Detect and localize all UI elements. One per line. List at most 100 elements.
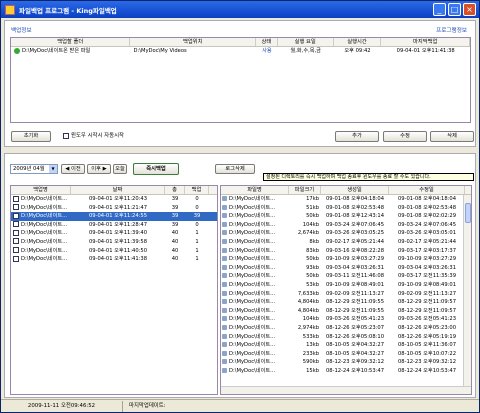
col-created[interactable]: 생성일 xyxy=(321,186,389,194)
chevron-down-icon[interactable]: ▼ xyxy=(49,165,57,173)
file-row[interactable]: D:\MyDoc\네이트... 53kb 09-10-09 오후08:49:01 09… xyxy=(221,281,471,290)
add-button[interactable]: 추가 xyxy=(335,131,379,142)
file-name-cell: D:\MyDoc\네이트... xyxy=(221,221,289,230)
col-backup-name[interactable]: 백업명 xyxy=(11,186,71,194)
backup-row[interactable]: D:\MyDoc\네이트온 받은 파일 D:\MyDoc\My Videos 사… xyxy=(11,47,470,56)
col-run-time[interactable]: 실행시간 xyxy=(334,38,382,46)
file-row[interactable]: D:\MyDoc\네이트... 104kb 09-03-24 오후07:06:45 0… xyxy=(221,221,471,230)
file-created-cell: 08-12-23 오후09:32:12 xyxy=(325,359,385,366)
edit-button[interactable]: 수정 xyxy=(383,131,427,142)
log-row[interactable]: D:\MyDoc\네이트... 09-04-01 오후11:39:58 40 1 xyxy=(11,238,217,247)
col-modified[interactable]: 수정일 xyxy=(389,186,465,194)
log-row[interactable]: D:\MyDoc\네이트... 09-04-01 오후11:24:55 39 39 xyxy=(11,212,217,221)
next-month-button[interactable]: 이후 ▶ xyxy=(87,164,111,174)
file-name-cell: D:\MyDoc\네이트... xyxy=(221,298,289,307)
col-file-size[interactable]: 파일크기 xyxy=(289,186,321,194)
file-name-text: D:\MyDoc\네이트... xyxy=(229,342,276,349)
file-icon xyxy=(222,342,227,348)
col-date[interactable]: 날짜 xyxy=(71,186,165,194)
file-modified-cell: 08-10-05 오후10:07:22 xyxy=(397,350,457,357)
program-info-link[interactable]: 프로그램정보 xyxy=(436,26,467,34)
log-row-checkbox[interactable] xyxy=(13,247,19,254)
log-row-checkbox[interactable] xyxy=(13,255,19,262)
today-button[interactable]: 오늘 xyxy=(113,164,127,174)
autostart-checkbox[interactable] xyxy=(63,132,69,139)
file-row[interactable]: D:\MyDoc\네이트... 2,674kb 09-03-26 오후03:05:2… xyxy=(221,229,471,238)
file-row[interactable]: D:\MyDoc\네이트... 533kb 08-12-26 오후05:08:10 0… xyxy=(221,333,471,342)
scroll-thumb[interactable] xyxy=(465,203,471,223)
file-list-hscrollbar[interactable] xyxy=(221,386,471,394)
file-row[interactable]: D:\MyDoc\네이트... 2,974kb 08-12-26 오후05:23:0… xyxy=(221,324,471,333)
col-backup-location[interactable]: 백업위치 xyxy=(130,38,256,46)
status-bar: 2009-11-11 오전09:46:52 마지막업데이트: xyxy=(1,399,479,412)
col-run-days[interactable]: 실행 요일 xyxy=(278,38,334,46)
col-file-name[interactable]: 파일명 xyxy=(221,186,289,194)
backup-log-table[interactable]: 백업명 날짜 총 백업 D:\MyDoc\네이트... 09-04-01 오후11… xyxy=(10,185,218,395)
file-list-table[interactable]: 파일명 파일크기 생성일 수정일 D:\MyDoc\네이트... 17kb 09-0… xyxy=(220,185,472,395)
log-row-checkbox[interactable] xyxy=(13,221,19,228)
file-row[interactable]: D:\MyDoc\네이트... 590kb 08-12-23 오후09:32:12 0… xyxy=(221,358,471,367)
file-icon xyxy=(222,256,227,262)
maximize-button[interactable]: □ xyxy=(448,3,461,16)
delete-button[interactable]: 삭제 xyxy=(430,131,474,142)
file-row[interactable]: D:\MyDoc\네이트... 50kb 09-10-09 오후03:27:29 09… xyxy=(221,255,471,264)
file-row[interactable]: D:\MyDoc\네이트... 50kb 09-03-11 오전11:46:08 09… xyxy=(221,272,471,281)
autostart-option[interactable]: 윈도우 시작시 자동시작 xyxy=(63,131,124,142)
reset-button[interactable]: 초기화 xyxy=(11,131,51,142)
last-backup-cell: 09-04-01 오후11:41:38 xyxy=(396,48,455,54)
file-modified-cell: 08-12-26 오후05:19:19 xyxy=(397,333,457,340)
log-row[interactable]: D:\MyDoc\네이트... 09-04-01 오후11:20:43 39 0 xyxy=(11,195,217,204)
backup-info-link[interactable]: 백업정보 xyxy=(11,26,32,34)
window-title: 파일백업 프로그램 - King파일백업 xyxy=(19,6,117,15)
file-row[interactable]: D:\MyDoc\네이트... 93kb 09-03-04 오후03:26:31 09… xyxy=(221,264,471,273)
backup-folder-table[interactable]: 백업할 폴더 백업위치 상태 실행 요일 실행시간 마지막백업 D:\MyDoc… xyxy=(10,37,471,123)
log-row-checkbox[interactable] xyxy=(13,238,19,245)
file-list-scrollbar[interactable] xyxy=(463,195,471,386)
log-row-checkbox[interactable] xyxy=(13,229,19,236)
status-cell: 사용 xyxy=(262,48,272,54)
log-row-checkbox[interactable] xyxy=(13,195,19,202)
col-status[interactable]: 상태 xyxy=(256,38,278,46)
file-created-cell: 09-02-17 오후05:21:44 xyxy=(325,238,385,245)
file-row[interactable]: D:\MyDoc\네이트... 104kb 09-03-26 오전05:41:23 0… xyxy=(221,315,471,324)
col-backup-folder[interactable]: 백업할 폴더 xyxy=(11,38,131,46)
file-row[interactable]: D:\MyDoc\네이트... 13kb 08-10-05 오후04:32:27 08… xyxy=(221,341,471,350)
close-button[interactable]: × xyxy=(463,3,476,16)
col-backup-count[interactable]: 백업 xyxy=(185,186,209,194)
log-row[interactable]: D:\MyDoc\네이트... 09-04-01 오후11:41:38 40 1 xyxy=(11,255,217,264)
file-size-cell: 83kb xyxy=(306,247,319,254)
col-last-backup[interactable]: 마지막백업 xyxy=(381,38,470,46)
file-row[interactable]: D:\MyDoc\네이트... 51kb 09-01-08 오후02:53:48 09… xyxy=(221,204,471,213)
file-row[interactable]: D:\MyDoc\네이트... 4,804kb 08-12-29 오전11:09:5… xyxy=(221,307,471,316)
title-bar[interactable]: 파일백업 프로그램 - King파일백업 _ □ × xyxy=(1,1,479,18)
file-modified-cell: 08-10-05 오후11:36:07 xyxy=(397,342,457,349)
file-modified-cell: 08-12-29 오전11:09:57 xyxy=(397,299,457,306)
backup-now-button[interactable]: 즉시백업 xyxy=(133,163,179,175)
file-name-text: D:\MyDoc\네이트... xyxy=(229,290,276,297)
file-row[interactable]: D:\MyDoc\네이트... 4,804kb 08-12-29 오전11:09:5… xyxy=(221,298,471,307)
file-name-text: D:\MyDoc\네이트... xyxy=(229,196,276,202)
log-row-checkbox[interactable] xyxy=(13,204,19,211)
file-row[interactable]: D:\MyDoc\네이트... 8kb 09-02-17 오후05:21:44 09-… xyxy=(221,238,471,247)
file-row[interactable]: D:\MyDoc\네이트... 7,633kb 09-02-09 오전11:13:2… xyxy=(221,290,471,299)
file-row[interactable]: D:\MyDoc\네이트... 15kb 08-12-24 오후10:53:47 08… xyxy=(221,367,471,376)
minimize-button[interactable]: _ xyxy=(433,3,446,16)
month-select[interactable]: 2009년 04월 ▼ xyxy=(10,164,58,174)
log-backup-cell: 0 xyxy=(195,221,199,228)
log-backup-cell: 1 xyxy=(195,256,199,263)
file-row[interactable]: D:\MyDoc\네이트... 17kb 09-01-08 오후04:18:04 09… xyxy=(221,195,471,204)
file-size-cell: 2,974kb xyxy=(297,324,319,331)
file-row[interactable]: D:\MyDoc\네이트... 233kb 08-10-05 오후04:32:27 0… xyxy=(221,350,471,359)
file-row[interactable]: D:\MyDoc\네이트... 83kb 09-03-16 오후08:22:28 09… xyxy=(221,247,471,256)
log-name-text: D:\MyDoc\네이트... xyxy=(21,221,68,228)
file-modified-cell: 09-03-26 오후03:05:01 xyxy=(397,230,457,237)
log-row[interactable]: D:\MyDoc\네이트... 09-04-01 오후11:21:47 39 0 xyxy=(11,204,217,213)
col-total[interactable]: 총 xyxy=(165,186,185,194)
log-row[interactable]: D:\MyDoc\네이트... 09-04-01 오후11:40:50 40 1 xyxy=(11,247,217,256)
file-row[interactable]: D:\MyDoc\네이트... 50kb 09-01-08 오후12:43:14 09… xyxy=(221,212,471,221)
delete-log-button[interactable]: 로그삭제 xyxy=(215,164,255,174)
log-row[interactable]: D:\MyDoc\네이트... 09-04-01 오후11:39:40 40 1 xyxy=(11,229,217,238)
log-row[interactable]: D:\MyDoc\네이트... 09-04-01 오후11:28:47 39 0 xyxy=(11,221,217,230)
prev-month-button[interactable]: ◀ 이전 xyxy=(61,164,85,174)
log-row-checkbox[interactable] xyxy=(13,212,19,219)
